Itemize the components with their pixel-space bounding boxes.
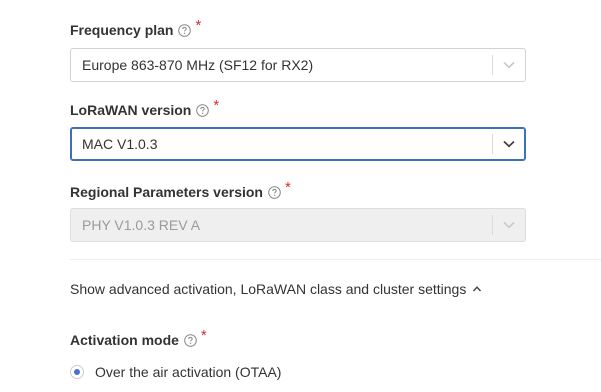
help-circle-icon[interactable] bbox=[184, 333, 197, 347]
lorawan-version-select[interactable]: MAC V1.0.3 bbox=[70, 127, 526, 161]
radio-option-label: Over the air activation (OTAA) bbox=[95, 364, 282, 380]
frequency-plan-value: Europe 863-870 MHz (SF12 for RX2) bbox=[82, 57, 314, 73]
help-circle-icon[interactable] bbox=[178, 23, 192, 37]
activation-mode-label-text: Activation mode bbox=[70, 332, 179, 348]
radio-option-otaa[interactable]: Over the air activation (OTAA) bbox=[70, 364, 281, 380]
chevron-down-icon bbox=[493, 209, 525, 241]
regional-parameters-label-text: Regional Parameters version bbox=[70, 184, 263, 200]
help-circle-icon[interactable] bbox=[196, 103, 210, 117]
advanced-settings-toggle[interactable]: Show advanced activation, LoRaWAN class … bbox=[70, 281, 482, 297]
regional-parameters-value: PHY V1.0.3 REV A bbox=[82, 217, 201, 233]
required-marker: * bbox=[284, 179, 291, 196]
section-divider bbox=[70, 259, 601, 260]
advanced-settings-label: Show advanced activation, LoRaWAN class … bbox=[70, 281, 467, 297]
chevron-down-icon[interactable] bbox=[493, 128, 525, 160]
lorawan-version-label-text: LoRaWAN version bbox=[70, 102, 192, 118]
frequency-plan-label: Frequency plan * bbox=[70, 17, 201, 39]
chevron-down-icon[interactable] bbox=[493, 49, 525, 81]
activation-mode-label: Activation mode * bbox=[70, 327, 207, 349]
required-marker: * bbox=[213, 97, 220, 114]
lorawan-version-value: MAC V1.0.3 bbox=[82, 136, 158, 152]
lorawan-version-label: LoRaWAN version * bbox=[70, 97, 219, 119]
required-marker: * bbox=[195, 17, 202, 34]
chevron-up-icon bbox=[473, 286, 482, 292]
frequency-plan-select[interactable]: Europe 863-870 MHz (SF12 for RX2) bbox=[70, 48, 526, 82]
help-circle-icon[interactable] bbox=[268, 185, 281, 199]
regional-parameters-select: PHY V1.0.3 REV A bbox=[70, 208, 526, 242]
required-marker: * bbox=[200, 327, 207, 344]
radio-button[interactable] bbox=[70, 365, 84, 379]
radio-selected-dot bbox=[74, 369, 80, 375]
frequency-plan-label-text: Frequency plan bbox=[70, 22, 174, 38]
regional-parameters-label: Regional Parameters version * bbox=[70, 179, 291, 201]
